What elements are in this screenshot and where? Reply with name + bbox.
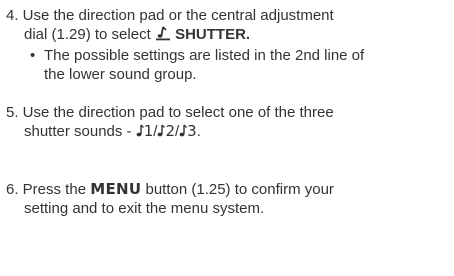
step-6-line-1: 6. Press the MENU button (1.25) to confi…: [6, 180, 334, 198]
step-4-line-2: dial (1.29) to select SHUTTER.: [6, 25, 450, 46]
step-5-line-1: 5. Use the direction pad to select one o…: [6, 104, 334, 121]
shutter-sound-icon: [155, 26, 171, 46]
step-5: 5. Use the direction pad to select one o…: [6, 103, 450, 143]
bullet-item-line-2: the lower sound group.: [44, 66, 197, 83]
sound-option-1: 1: [143, 122, 154, 140]
shutter-label: SHUTTER.: [175, 26, 251, 43]
step-6-line-2: setting and to exit the menu system.: [24, 200, 265, 217]
sound-option-2: 2: [165, 122, 175, 140]
sound-option-3: 3: [187, 122, 197, 140]
menu-button-label: MENU: [90, 180, 142, 198]
step-4: 4. Use the direction pad or the central …: [6, 6, 450, 84]
step-5-line-2: shutter sounds - 1/2/3.: [6, 122, 450, 143]
note-icon: [136, 124, 144, 143]
step-6: 6. Press the MENU button (1.25) to confi…: [6, 180, 450, 218]
step-4-line-1: 4. Use the direction pad or the central …: [6, 7, 334, 24]
bullet-symbol: •: [30, 47, 36, 64]
bullet-item: • The possible settings are listed in the…: [30, 47, 365, 64]
note-icon: [179, 124, 188, 143]
